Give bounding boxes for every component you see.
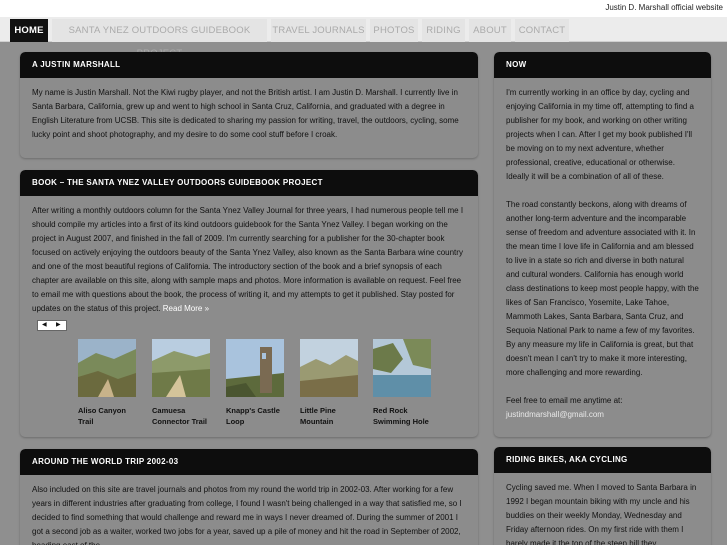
knapps-castle-photo[interactable] (226, 339, 284, 397)
riding-title: RIDING BIKES, AKA CYCLING (494, 447, 711, 473)
thumb-caption[interactable]: Aliso Canyon Trail (78, 405, 136, 427)
tab-contact[interactable]: CONTACT (515, 19, 569, 42)
thumb-aliso-canyon[interactable]: Aliso Canyon Trail (78, 339, 136, 427)
next-arrow-icon[interactable]: ▶ (56, 321, 61, 330)
book-title: BOOK – THE SANTA YNEZ VALLEY OUTDOORS GU… (20, 170, 478, 196)
main-nav: HOME SANTA YNEZ OUTDOORS GUIDEBOOK PROJE… (0, 17, 727, 59)
trip-text: Also included on this site are travel jo… (32, 485, 462, 545)
thumb-caption[interactable]: Little Pine Mountain (300, 405, 358, 427)
thumb-caption[interactable]: Knapp's Castle Loop (226, 405, 284, 427)
thumb-little-pine[interactable]: Little Pine Mountain (300, 339, 358, 427)
prev-arrow-icon[interactable]: ◀ (42, 321, 47, 330)
tab-photos[interactable]: PHOTOS (370, 19, 418, 42)
tab-home[interactable]: HOME (10, 19, 48, 42)
about-panel: A JUSTIN MARSHALL My name is Justin Mars… (20, 52, 478, 158)
about-title: A JUSTIN MARSHALL (20, 52, 478, 78)
trip-title: AROUND THE WORLD TRIP 2002-03 (20, 449, 478, 475)
now-paragraph: Feel free to email me anytime at: (506, 396, 623, 405)
tab-riding[interactable]: RIDING (422, 19, 465, 42)
trip-panel: AROUND THE WORLD TRIP 2002-03 Also inclu… (20, 449, 478, 545)
thumb-caption[interactable]: Camuesa Connector Trail (152, 405, 210, 427)
now-paragraph: The road constantly beckons, along with … (506, 200, 699, 377)
red-rock-photo[interactable] (373, 339, 431, 397)
tab-travel-journals[interactable]: TRAVEL JOURNALS (271, 19, 366, 42)
tab-guidebook-project[interactable]: SANTA YNEZ OUTDOORS GUIDEBOOK PROJECT (52, 19, 267, 59)
top-bar: Justin D. Marshall official website (0, 0, 727, 17)
site-label: Justin D. Marshall official website (605, 3, 723, 12)
riding-text: Cycling saved me. When I moved to Santa … (506, 483, 697, 545)
about-text: My name is Justin Marshall. Not the Kiwi… (32, 88, 459, 139)
now-paragraph: I'm currently working in an office by da… (506, 88, 694, 181)
now-title: NOW (494, 52, 711, 78)
slider-controls: ◀ ▶ (37, 320, 67, 331)
camuesa-connector-photo[interactable] (152, 339, 210, 397)
thumb-caption[interactable]: Red Rock Swimming Hole (373, 405, 431, 427)
read-more-link[interactable]: Read More » (163, 304, 209, 313)
book-text: After writing a monthly outdoors column … (32, 206, 464, 313)
tab-about[interactable]: ABOUT (469, 19, 511, 42)
thumb-camuesa-connector[interactable]: Camuesa Connector Trail (152, 339, 210, 427)
riding-panel: RIDING BIKES, AKA CYCLING Cycling saved … (494, 447, 711, 545)
little-pine-photo[interactable] (300, 339, 358, 397)
aliso-canyon-photo[interactable] (78, 339, 136, 397)
thumb-red-rock[interactable]: Red Rock Swimming Hole (373, 339, 431, 427)
now-panel: NOW I'm currently working in an office b… (494, 52, 711, 437)
email-link[interactable]: justindmarshall@gmail.com (506, 408, 699, 422)
thumb-knapps-castle[interactable]: Knapp's Castle Loop (226, 339, 284, 427)
